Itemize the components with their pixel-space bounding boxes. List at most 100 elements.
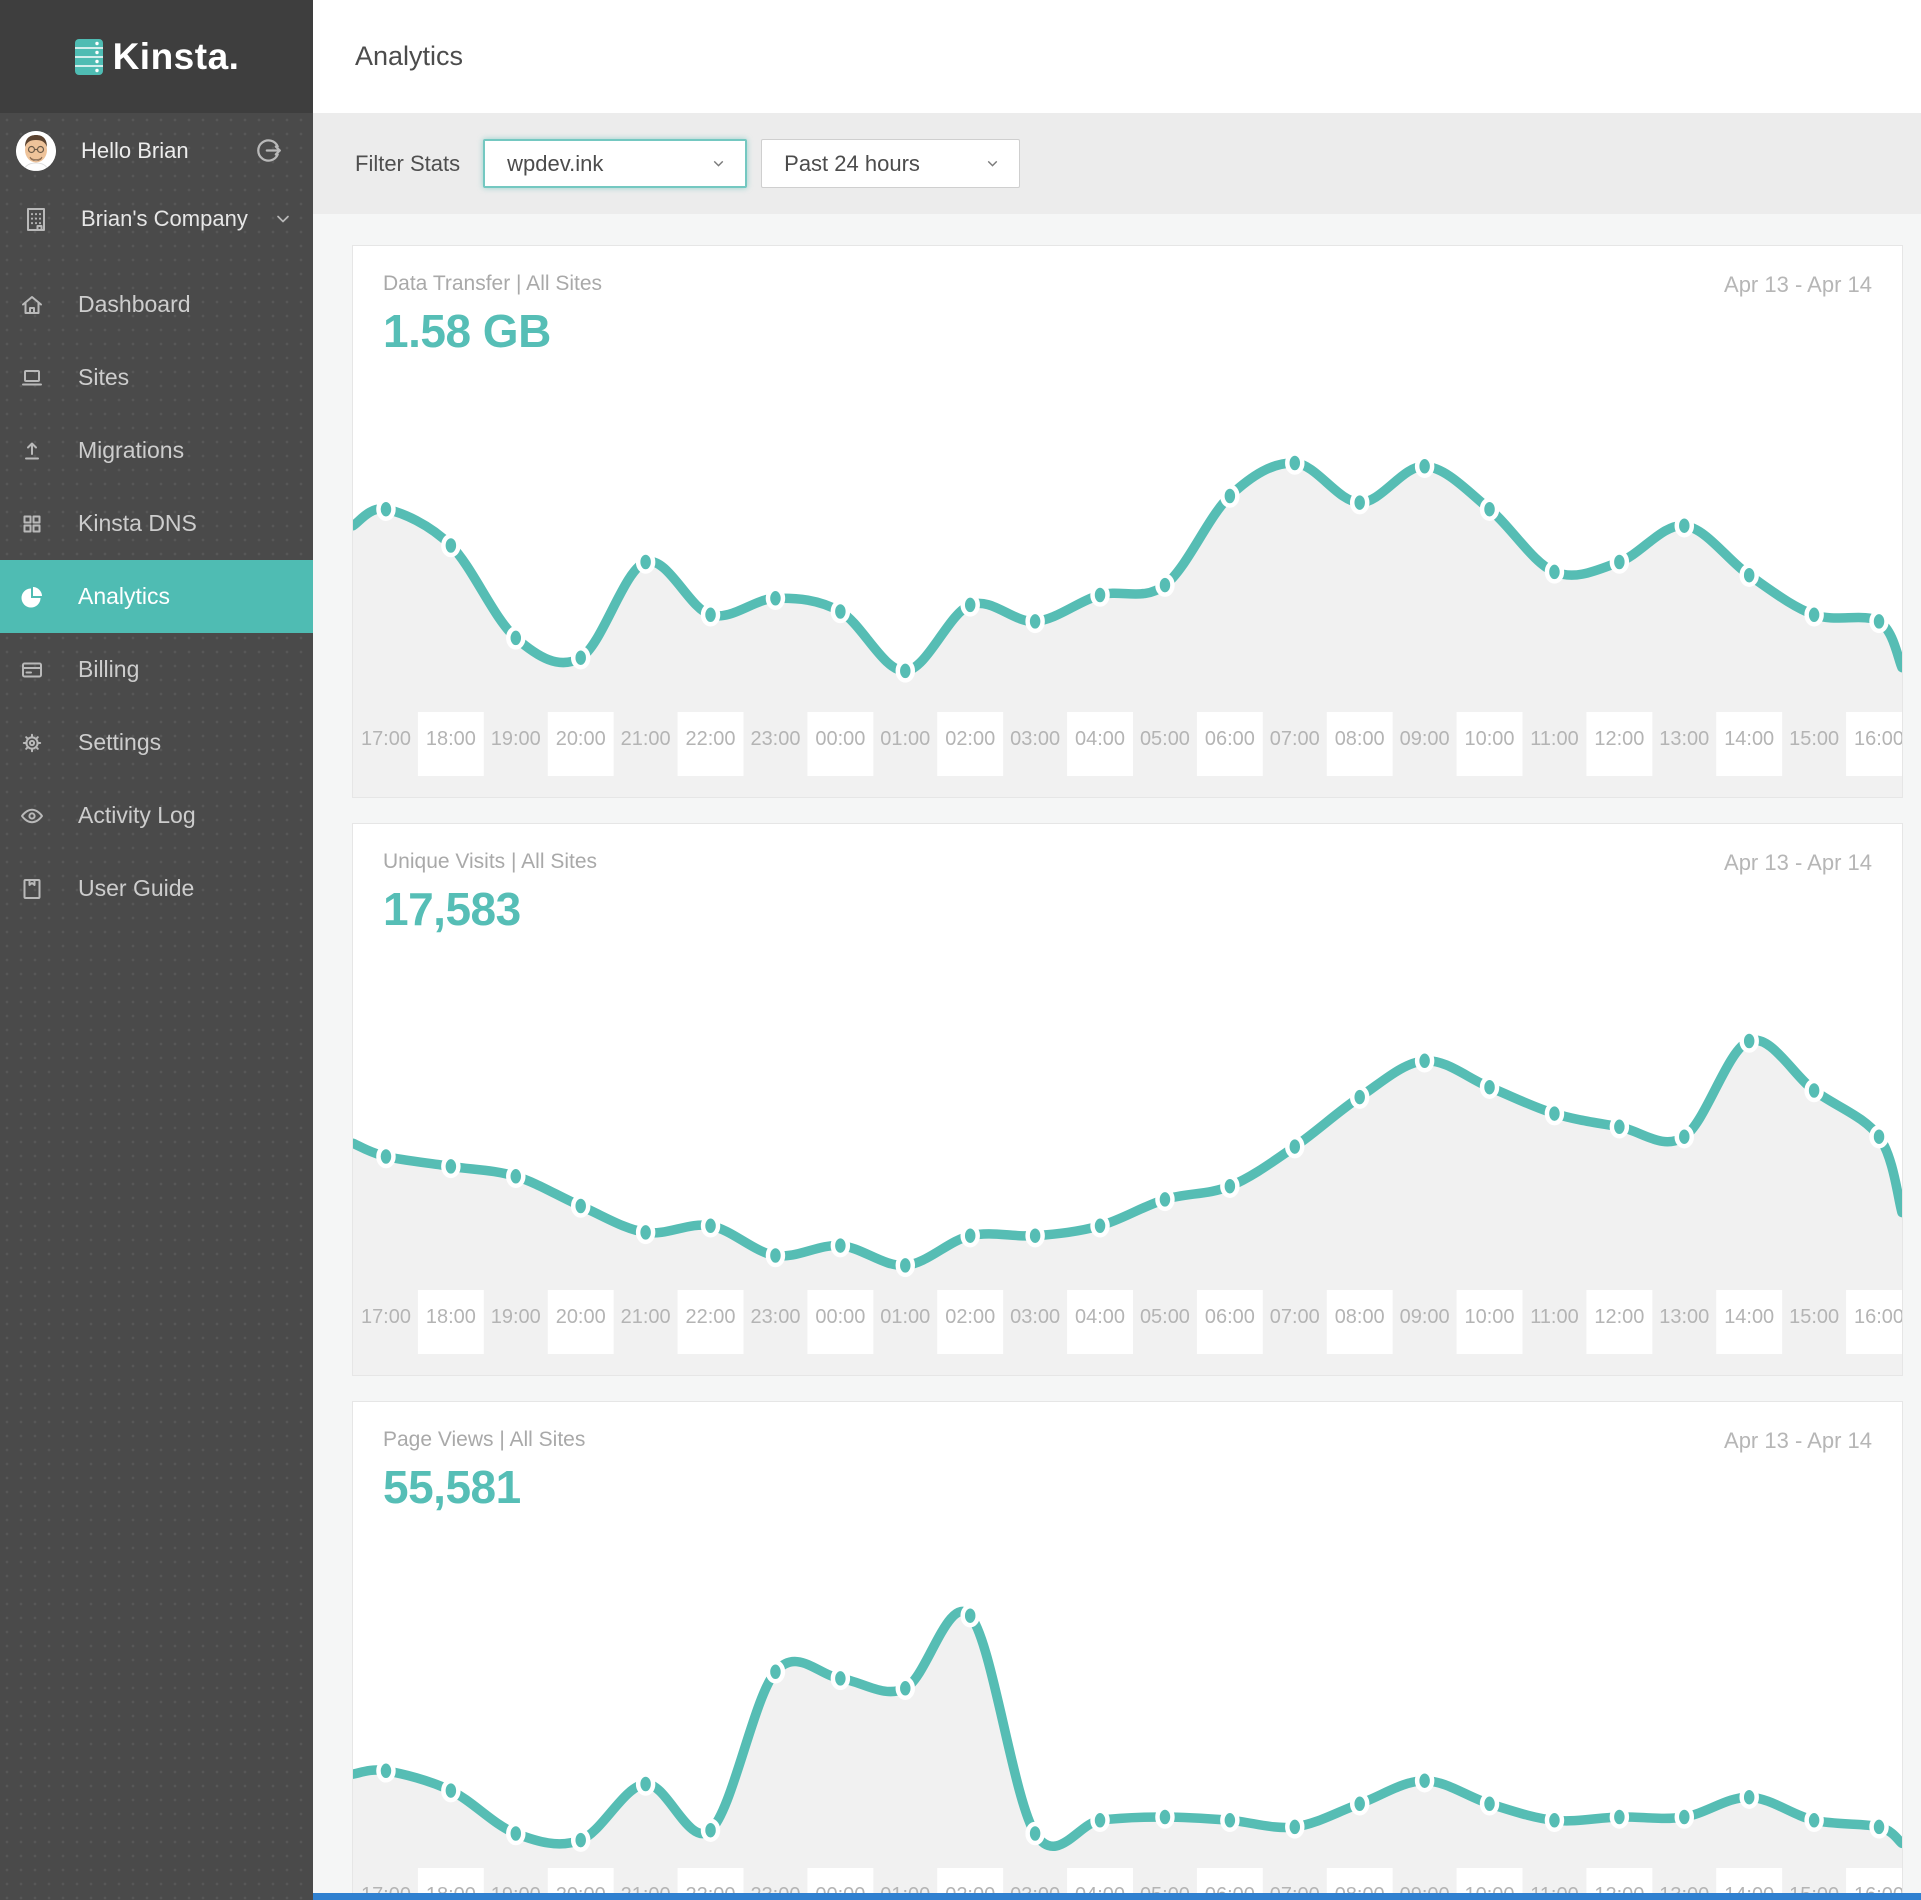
svg-text:23:00: 23:00 (750, 728, 800, 750)
page-views-chart[interactable]: 17:0018:0019:0020:0021:0022:0023:0000:00… (353, 1520, 1902, 1900)
svg-text:21:00: 21:00 (621, 728, 671, 750)
svg-text:11:00: 11:00 (1530, 728, 1578, 750)
svg-text:11:00: 11:00 (1530, 1306, 1578, 1328)
sidebar-item-label: Sites (78, 364, 129, 391)
svg-text:15:00: 15:00 (1789, 1306, 1839, 1328)
svg-text:03:00: 03:00 (1010, 1306, 1060, 1328)
sidebar-item-kinsta-dns[interactable]: Kinsta DNS (0, 487, 313, 560)
logout-button[interactable] (255, 137, 282, 164)
sidebar: Kinsta. Hello Brian (0, 0, 313, 1900)
svg-text:01:00: 01:00 (880, 728, 930, 750)
sidebar-item-dashboard[interactable]: Dashboard (0, 268, 313, 341)
data-transfer-card: Data Transfer | All Sites Apr 13 - Apr 1… (352, 245, 1903, 798)
card-date-range: Apr 13 - Apr 14 (1724, 850, 1872, 876)
svg-text:09:00: 09:00 (1400, 1306, 1450, 1328)
company-selector[interactable]: Brian's Company (0, 188, 313, 250)
svg-text:19:00: 19:00 (491, 1306, 541, 1328)
svg-text:12:00: 12:00 (1594, 1306, 1644, 1328)
sidebar-item-label: Analytics (78, 583, 170, 610)
sidebar-item-analytics[interactable]: Analytics (0, 560, 313, 633)
svg-text:07:00: 07:00 (1270, 1306, 1320, 1328)
svg-text:04:00: 04:00 (1075, 1306, 1125, 1328)
svg-text:19:00: 19:00 (491, 728, 541, 750)
svg-text:12:00: 12:00 (1594, 728, 1644, 750)
home-icon (20, 293, 44, 317)
avatar (16, 131, 56, 171)
svg-text:16:00: 16:00 (1854, 1306, 1902, 1328)
card-header: Unique Visits | All Sites Apr 13 - Apr 1… (353, 824, 1902, 876)
sidebar-item-settings[interactable]: Settings (0, 706, 313, 779)
credit-card-icon (20, 658, 44, 682)
svg-text:15:00: 15:00 (1789, 728, 1839, 750)
svg-text:05:00: 05:00 (1140, 728, 1190, 750)
sidebar-item-activity-log[interactable]: Activity Log (0, 779, 313, 852)
svg-text:13:00: 13:00 (1659, 728, 1709, 750)
chevron-down-icon (984, 155, 1001, 172)
svg-text:18:00: 18:00 (426, 1306, 476, 1328)
avatar-illustration (16, 131, 56, 171)
time-range-select[interactable]: Past 24 hours (761, 139, 1020, 188)
svg-text:09:00: 09:00 (1400, 728, 1450, 750)
svg-text:20:00: 20:00 (556, 728, 606, 750)
svg-text:22:00: 22:00 (686, 728, 736, 750)
svg-text:13:00: 13:00 (1659, 1306, 1709, 1328)
sidebar-item-migrations[interactable]: Migrations (0, 414, 313, 487)
page-views-card: Page Views | All Sites Apr 13 - Apr 14 5… (352, 1401, 1903, 1900)
chevron-down-icon (273, 209, 293, 229)
card-date-range: Apr 13 - Apr 14 (1724, 1428, 1872, 1454)
logout-icon (255, 137, 282, 164)
svg-text:00:00: 00:00 (815, 728, 865, 750)
svg-text:02:00: 02:00 (945, 1306, 995, 1328)
svg-text:10:00: 10:00 (1465, 728, 1515, 750)
svg-text:21:00: 21:00 (621, 1306, 671, 1328)
svg-text:05:00: 05:00 (1140, 1306, 1190, 1328)
svg-text:10:00: 10:00 (1465, 1306, 1515, 1328)
main-content: Analytics Filter Stats wpdev.ink Past 24… (313, 0, 1921, 1900)
sidebar-item-label: Dashboard (78, 291, 191, 318)
svg-text:08:00: 08:00 (1335, 728, 1385, 750)
card-title: Page Views | All Sites (383, 1428, 585, 1454)
chevron-down-icon (710, 155, 727, 172)
kinsta-server-icon (74, 38, 104, 76)
site-select[interactable]: wpdev.ink (483, 139, 747, 188)
sidebar-item-label: Migrations (78, 437, 184, 464)
charts-area: Data Transfer | All Sites Apr 13 - Apr 1… (313, 214, 1921, 1900)
sidebar-item-label: Activity Log (78, 802, 196, 829)
card-title: Data Transfer | All Sites (383, 272, 602, 298)
svg-text:23:00: 23:00 (750, 1306, 800, 1328)
svg-text:18:00: 18:00 (426, 728, 476, 750)
filter-bar: Filter Stats wpdev.ink Past 24 hours (313, 113, 1921, 214)
svg-text:16:00: 16:00 (1854, 728, 1902, 750)
svg-text:07:00: 07:00 (1270, 728, 1320, 750)
upload-icon (20, 439, 44, 463)
sidebar-item-sites[interactable]: Sites (0, 341, 313, 414)
sidebar-item-label: User Guide (78, 875, 194, 902)
unique-visits-chart[interactable]: 17:0018:0019:0020:0021:0022:0023:0000:00… (353, 942, 1902, 1375)
svg-text:06:00: 06:00 (1205, 728, 1255, 750)
svg-text:04:00: 04:00 (1075, 728, 1125, 750)
page-title: Analytics (355, 41, 463, 72)
svg-text:17:00: 17:00 (361, 728, 411, 750)
app: Kinsta. Hello Brian (0, 0, 1921, 1900)
svg-text:00:00: 00:00 (815, 1306, 865, 1328)
laptop-icon (20, 366, 44, 390)
card-header: Data Transfer | All Sites Apr 13 - Apr 1… (353, 246, 1902, 298)
card-date-range: Apr 13 - Apr 14 (1724, 272, 1872, 298)
data-transfer-chart[interactable]: 17:00 18:00 19:00 20:00 21:00 22:00 23:00 00:00… (353, 364, 1902, 797)
page-views-value: 55,581 (353, 1454, 1902, 1514)
sidebar-item-billing[interactable]: Billing (0, 633, 313, 706)
sidebar-nav: Dashboard Sites Migrations (0, 268, 313, 925)
svg-text:01:00: 01:00 (880, 1306, 930, 1328)
card-header: Page Views | All Sites Apr 13 - Apr 14 (353, 1402, 1902, 1454)
time-range-value: Past 24 hours (784, 151, 920, 177)
window-edge-highlight (313, 1893, 1921, 1900)
grid-icon (20, 512, 44, 536)
logo[interactable]: Kinsta. (0, 0, 313, 113)
svg-text:02:00: 02:00 (945, 728, 995, 750)
book-icon (20, 877, 44, 901)
svg-text:03:00: 03:00 (1010, 728, 1060, 750)
sidebar-item-user-guide[interactable]: User Guide (0, 852, 313, 925)
unique-visits-card: Unique Visits | All Sites Apr 13 - Apr 1… (352, 823, 1903, 1376)
pie-chart-icon (20, 585, 44, 609)
eye-icon (20, 804, 44, 828)
